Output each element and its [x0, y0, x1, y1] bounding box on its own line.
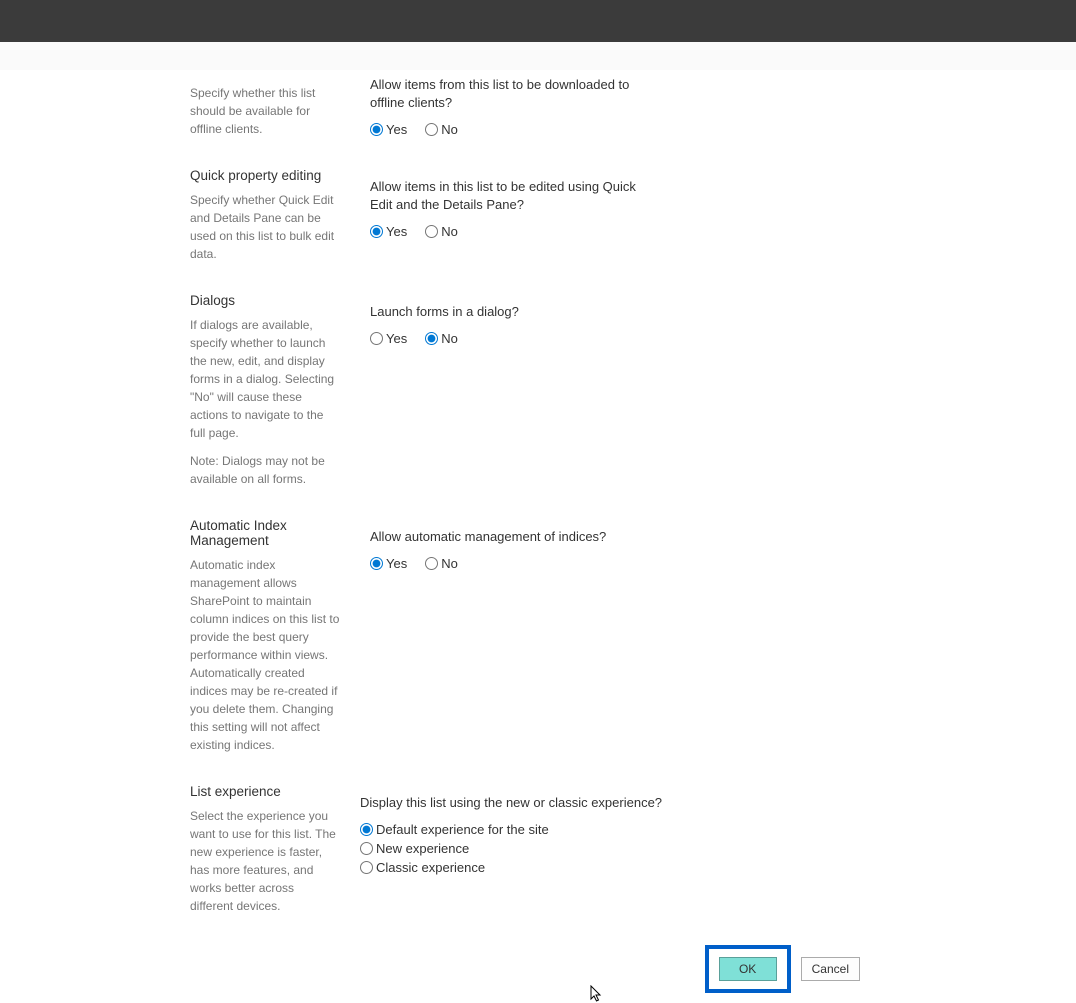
dialogs-yes-radio[interactable] — [370, 332, 383, 345]
dialogs-no-radio[interactable] — [425, 332, 438, 345]
top-bar — [0, 0, 1076, 42]
dialogs-title: Dialogs — [190, 293, 340, 308]
experience-desc: Select the experience you want to use fo… — [190, 807, 340, 915]
dialogs-yes-label: Yes — [386, 331, 407, 346]
section-quick-edit: Quick property editing Specify whether Q… — [190, 168, 890, 263]
experience-question: Display this list using the new or class… — [360, 794, 890, 812]
dialogs-question: Launch forms in a dialog? — [370, 303, 890, 321]
settings-page: Specify whether this list should be avai… — [190, 70, 890, 993]
cancel-button[interactable]: Cancel — [801, 957, 860, 981]
offline-yes-label: Yes — [386, 122, 407, 137]
offline-yes[interactable]: Yes — [370, 122, 407, 137]
index-yes[interactable]: Yes — [370, 556, 407, 571]
experience-new[interactable]: New experience — [360, 841, 890, 856]
quick-edit-yes[interactable]: Yes — [370, 224, 407, 239]
offline-desc: Specify whether this list should be avai… — [190, 84, 340, 138]
section-index: Automatic Index Management Automatic ind… — [190, 518, 890, 754]
quick-edit-yes-radio[interactable] — [370, 225, 383, 238]
experience-default-label: Default experience for the site — [376, 822, 549, 837]
quick-edit-no-label: No — [441, 224, 458, 239]
quick-edit-desc: Specify whether Quick Edit and Details P… — [190, 191, 340, 263]
index-yes-radio[interactable] — [370, 557, 383, 570]
experience-default-radio[interactable] — [360, 823, 373, 836]
index-no[interactable]: No — [425, 556, 458, 571]
button-row: OK Cancel — [190, 945, 890, 993]
experience-classic-radio[interactable] — [360, 861, 373, 874]
quick-edit-yes-label: Yes — [386, 224, 407, 239]
cursor-icon — [590, 985, 604, 1003]
experience-title: List experience — [190, 784, 340, 799]
section-experience: List experience Select the experience yo… — [190, 784, 890, 915]
quick-edit-no-radio[interactable] — [425, 225, 438, 238]
dialogs-no[interactable]: No — [425, 331, 458, 346]
index-no-label: No — [441, 556, 458, 571]
index-title: Automatic Index Management — [190, 518, 340, 548]
offline-no[interactable]: No — [425, 122, 458, 137]
offline-no-radio[interactable] — [425, 123, 438, 136]
experience-default[interactable]: Default experience for the site — [360, 822, 890, 837]
ok-highlight-box: OK — [705, 945, 791, 993]
offline-yes-radio[interactable] — [370, 123, 383, 136]
section-offline: Specify whether this list should be avai… — [190, 76, 890, 138]
index-desc: Automatic index management allows ShareP… — [190, 556, 340, 754]
quick-edit-no[interactable]: No — [425, 224, 458, 239]
index-no-radio[interactable] — [425, 557, 438, 570]
dialogs-yes[interactable]: Yes — [370, 331, 407, 346]
quick-edit-question: Allow items in this list to be edited us… — [370, 178, 650, 214]
quick-edit-title: Quick property editing — [190, 168, 340, 183]
index-yes-label: Yes — [386, 556, 407, 571]
index-question: Allow automatic management of indices? — [370, 528, 890, 546]
header-spacer — [0, 42, 1076, 70]
ok-button[interactable]: OK — [719, 957, 777, 981]
experience-classic[interactable]: Classic experience — [360, 860, 890, 875]
dialogs-desc: If dialogs are available, specify whethe… — [190, 316, 340, 442]
experience-new-label: New experience — [376, 841, 469, 856]
offline-question: Allow items from this list to be downloa… — [370, 76, 650, 112]
section-dialogs: Dialogs If dialogs are available, specif… — [190, 293, 890, 488]
offline-no-label: No — [441, 122, 458, 137]
experience-classic-label: Classic experience — [376, 860, 485, 875]
experience-new-radio[interactable] — [360, 842, 373, 855]
dialogs-note: Note: Dialogs may not be available on al… — [190, 452, 340, 488]
dialogs-no-label: No — [441, 331, 458, 346]
